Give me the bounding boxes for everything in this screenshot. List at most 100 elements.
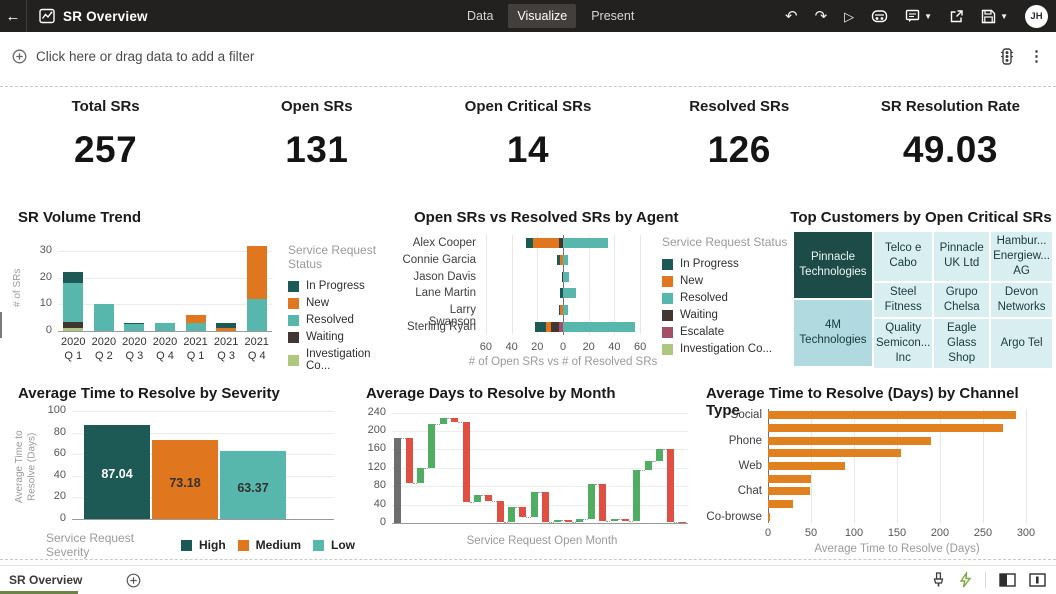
- bar-segment[interactable]: [94, 304, 114, 331]
- bar-segment[interactable]: [563, 238, 608, 248]
- bar-segment[interactable]: [216, 323, 236, 328]
- treemap-cell[interactable]: Pinnacle UK Ltd: [934, 232, 989, 281]
- save-caret-icon[interactable]: ▼: [1000, 12, 1008, 21]
- legend-item[interactable]: Waiting: [662, 309, 787, 321]
- open-in-new-icon[interactable]: [949, 9, 964, 24]
- legend-item[interactable]: In Progress: [662, 258, 787, 270]
- comment-caret-icon[interactable]: ▼: [924, 12, 932, 21]
- bar-segment[interactable]: [768, 449, 901, 457]
- chart-sr-volume-trend[interactable]: SR Volume Trend 01020302020Q 12020Q 2202…: [10, 203, 398, 375]
- threshold-alert-icon[interactable]: [1001, 48, 1013, 65]
- legend-item[interactable]: Investigation Co...: [662, 343, 787, 355]
- kpi-card[interactable]: Open Critical SRs14: [422, 90, 633, 186]
- tab-present[interactable]: Present: [582, 4, 643, 28]
- waterfall-bar[interactable]: [440, 418, 447, 424]
- bar-segment[interactable]: [563, 288, 576, 298]
- legend-item[interactable]: In Progress: [288, 280, 398, 292]
- legend-item[interactable]: Medium: [238, 538, 301, 552]
- bar-segment[interactable]: [768, 437, 931, 445]
- waterfall-bar[interactable]: [565, 520, 572, 522]
- legend-item[interactable]: Waiting: [288, 331, 398, 343]
- waterfall-bar[interactable]: [394, 438, 401, 523]
- legend-item[interactable]: High: [181, 538, 226, 552]
- waterfall-bar[interactable]: [622, 519, 629, 521]
- bar-segment[interactable]: [63, 328, 83, 331]
- waterfall-bar[interactable]: [417, 468, 424, 483]
- add-filter-icon[interactable]: [12, 49, 27, 64]
- kpi-card[interactable]: Total SRs257: [0, 90, 211, 186]
- waterfall-bar[interactable]: [599, 484, 606, 521]
- waterfall-bar[interactable]: [656, 449, 663, 460]
- bar-segment[interactable]: [563, 322, 635, 332]
- save-icon[interactable]: ▼: [981, 9, 1008, 24]
- waterfall-bar[interactable]: [485, 495, 492, 501]
- kpi-card[interactable]: Open SRs131: [211, 90, 422, 186]
- bar-segment[interactable]: [546, 322, 551, 332]
- waterfall-bar[interactable]: [519, 507, 526, 517]
- bar-segment[interactable]: [768, 475, 811, 483]
- bar-segment[interactable]: [155, 323, 175, 331]
- bar-segment[interactable]: [557, 255, 561, 265]
- bar-segment[interactable]: [768, 462, 845, 470]
- bar-segment[interactable]: [768, 513, 770, 521]
- chart-open-vs-resolved-by-agent[interactable]: Open SRs vs Resolved SRs by Agent Alex C…: [400, 203, 788, 375]
- waterfall-bar[interactable]: [463, 422, 470, 502]
- bar-segment[interactable]: [247, 246, 267, 299]
- treemap-cell[interactable]: Eagle Glass Shop: [934, 319, 989, 368]
- bar-segment[interactable]: [124, 324, 144, 331]
- bar-segment[interactable]: [768, 424, 1003, 432]
- bar-segment[interactable]: [526, 238, 534, 248]
- redo-icon[interactable]: ↷: [815, 9, 828, 24]
- bar-segment[interactable]: [216, 328, 236, 331]
- waterfall-bar[interactable]: [497, 501, 504, 522]
- back-button[interactable]: ←: [0, 0, 27, 32]
- legend-item[interactable]: New: [662, 275, 787, 287]
- kpi-card[interactable]: Resolved SRs126: [634, 90, 845, 186]
- bar-segment[interactable]: [768, 500, 793, 508]
- chart-avg-days-by-month[interactable]: Average Days to Resolve by Month 0408012…: [362, 383, 694, 555]
- bar-segment[interactable]: [124, 323, 144, 324]
- waterfall-bar[interactable]: [645, 461, 652, 470]
- treemap-cell[interactable]: Hambur... Energiew... AG: [991, 232, 1052, 281]
- legend-item[interactable]: Resolved: [662, 292, 787, 304]
- bar-segment[interactable]: [559, 305, 560, 315]
- layout-right-panel-icon[interactable]: [1029, 573, 1046, 587]
- layout-left-panel-icon[interactable]: [999, 573, 1016, 587]
- legend-item[interactable]: Low: [313, 538, 355, 552]
- waterfall-bar[interactable]: [474, 495, 481, 503]
- undo-icon[interactable]: ↶: [785, 9, 798, 24]
- treemap-cell[interactable]: Quality Semicon... Inc: [874, 319, 932, 368]
- bar-segment[interactable]: [186, 315, 206, 323]
- treemap-cell[interactable]: Grupo Chelsa: [934, 283, 989, 317]
- legend-item[interactable]: Resolved: [288, 314, 398, 326]
- waterfall-bar[interactable]: [542, 492, 549, 522]
- legend-item[interactable]: Escalate: [662, 326, 787, 338]
- bar-segment[interactable]: [535, 322, 547, 332]
- waterfall-bar[interactable]: [611, 519, 618, 521]
- waterfall-bar[interactable]: [667, 449, 674, 521]
- zia-assistant-icon[interactable]: [871, 9, 888, 24]
- bar-segment[interactable]: [63, 322, 83, 329]
- bar-segment[interactable]: [247, 299, 267, 331]
- waterfall-bar[interactable]: [554, 520, 561, 522]
- legend-item[interactable]: Investigation Co...: [288, 348, 398, 372]
- chart-avg-time-by-severity[interactable]: Average Time to Resolve by Severity 87.0…: [10, 383, 355, 555]
- bar-segment[interactable]: [768, 411, 1016, 419]
- waterfall-bar[interactable]: [451, 418, 458, 422]
- bar-segment[interactable]: [63, 283, 83, 322]
- waterfall-bar[interactable]: [406, 438, 413, 483]
- waterfall-bar[interactable]: [633, 470, 640, 521]
- bar-segment[interactable]: [563, 305, 568, 315]
- sheet-tab-sr-overview[interactable]: SR Overview: [0, 566, 104, 594]
- treemap-cell[interactable]: 4M Technologies: [794, 300, 872, 366]
- bar-segment[interactable]: [186, 323, 206, 331]
- theme-brush-icon[interactable]: [931, 572, 946, 588]
- avatar[interactable]: JH: [1025, 5, 1048, 28]
- treemap-cell[interactable]: Telco e Cabo: [874, 232, 932, 281]
- chart-avg-time-by-channel[interactable]: Average Time to Resolve (Days) by Channe…: [700, 383, 1052, 555]
- waterfall-bar[interactable]: [576, 519, 583, 521]
- chart-top-customers-treemap[interactable]: Top Customers by Open Critical SRs Pinna…: [790, 203, 1052, 375]
- tab-data[interactable]: Data: [458, 4, 502, 28]
- bar-segment[interactable]: [551, 322, 559, 332]
- kebab-menu-icon[interactable]: ⋮: [1029, 47, 1044, 65]
